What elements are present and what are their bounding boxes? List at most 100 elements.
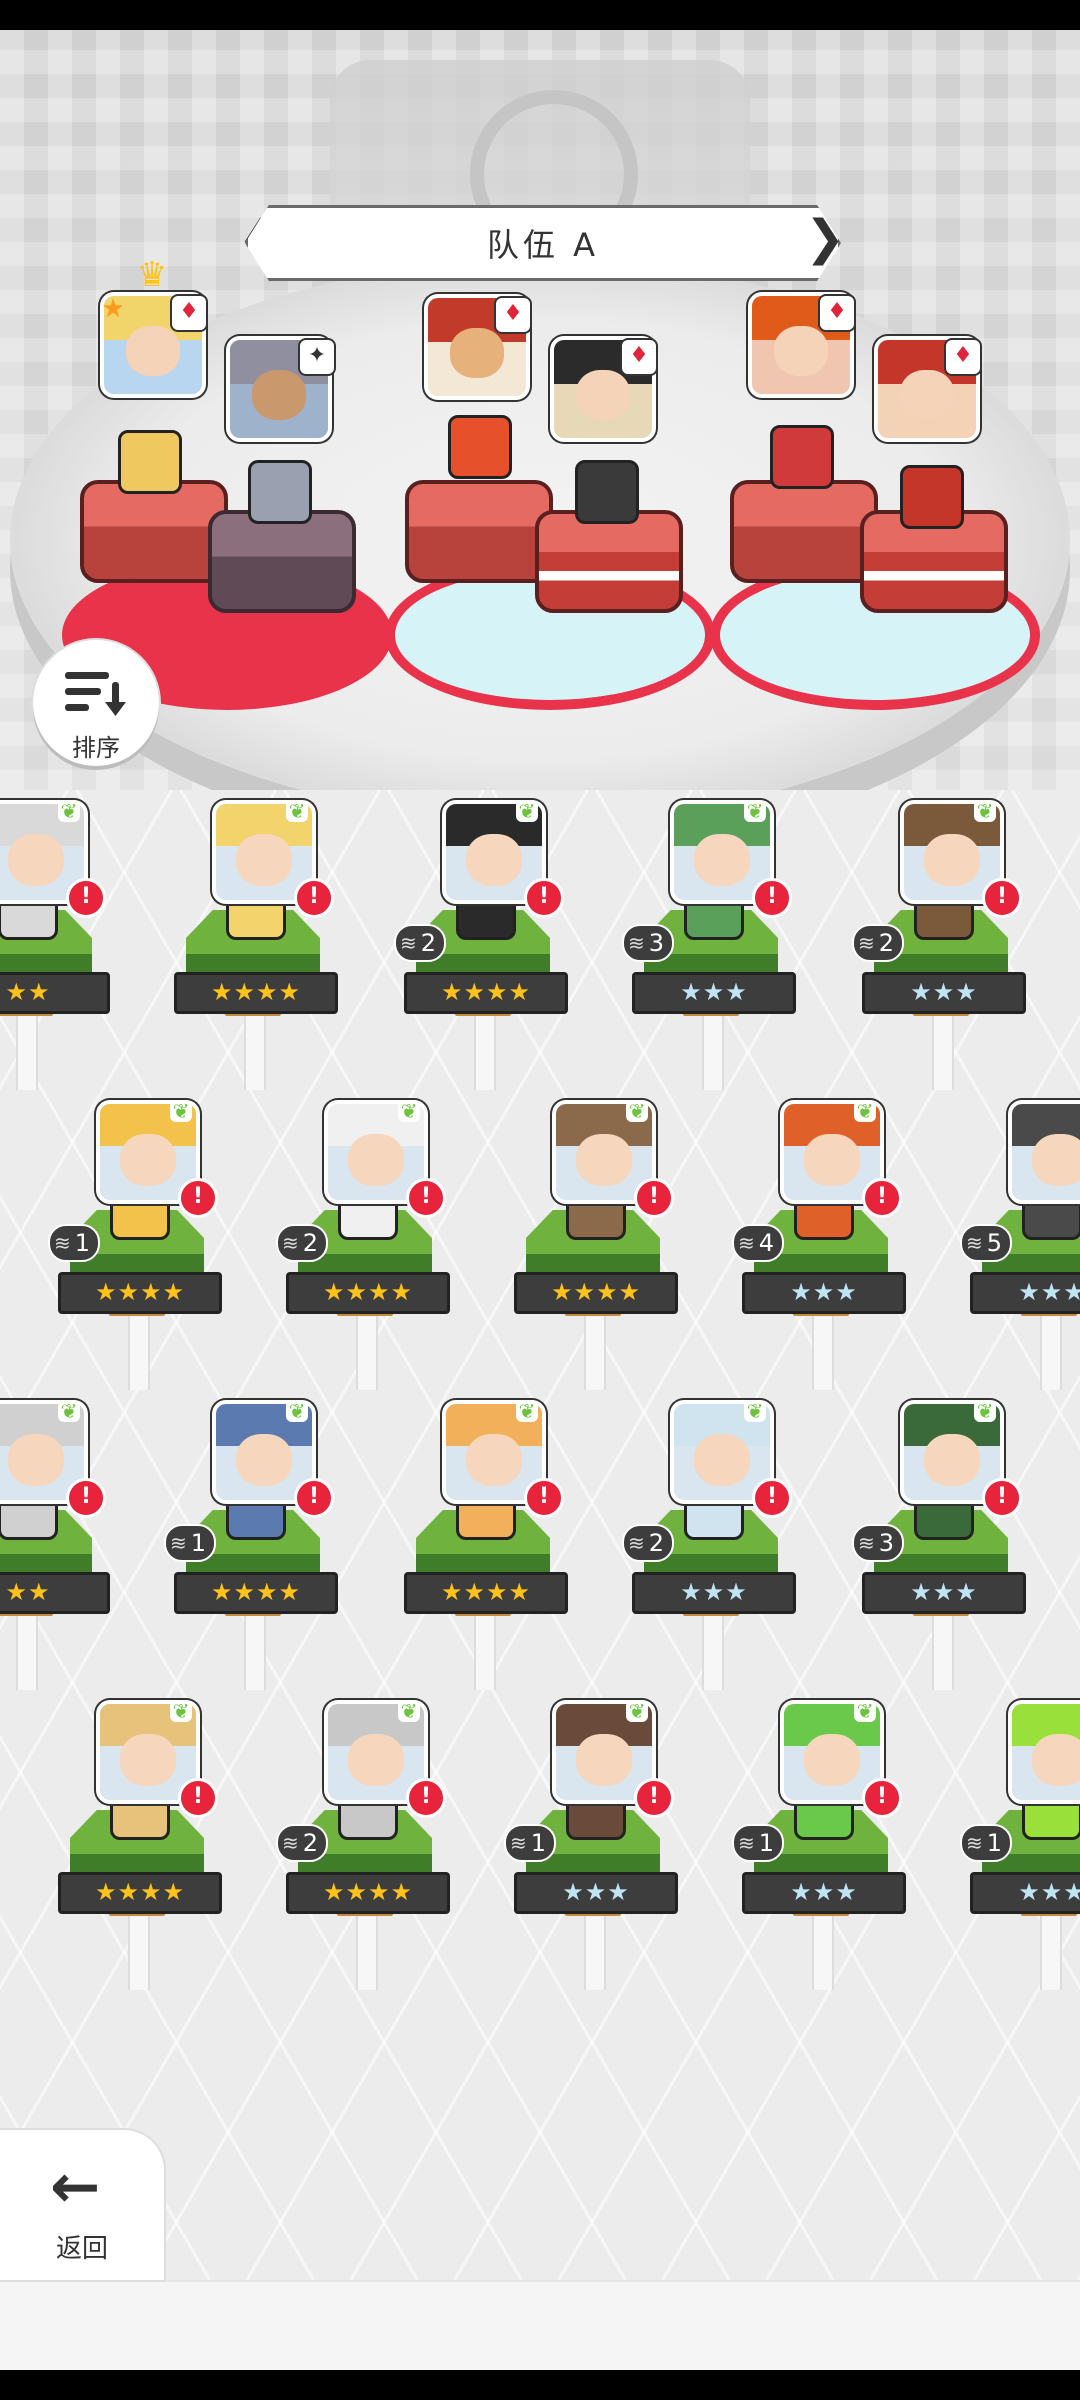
star-rating: ★★ <box>0 1572 110 1614</box>
copies-badge: ≋ 2 <box>276 1824 329 1862</box>
hero-card[interactable]: ❦ ! ★★★ ≋ 3 <box>622 800 796 1090</box>
star-rating: ★★★ <box>742 1272 906 1314</box>
crown-icon: ♛ <box>136 255 168 295</box>
next-team-arrow-icon[interactable]: ❯ <box>805 210 845 266</box>
hero-card[interactable]: ❦ ! ★★★★ <box>398 1400 568 1690</box>
hero-card[interactable]: ❦ ! ★★★ ≋1 <box>504 1700 678 1990</box>
star-rating: ★★★ <box>862 972 1026 1014</box>
diamond-suit-icon: ♦ <box>818 294 856 332</box>
hero-card[interactable]: ❦ ! ★★★★ ≋ 2 <box>276 1700 450 1990</box>
leaf-icon: ❦ <box>170 1100 192 1122</box>
pedestal <box>208 510 356 613</box>
back-label: 返回 <box>55 2234 108 2264</box>
hero-card[interactable]: ❦ ! ★★★★ <box>508 1100 678 1390</box>
copies-badge: ≋ 1 <box>504 1824 557 1862</box>
star-rating: ★★★★ <box>404 1572 568 1614</box>
copies-count: 1 <box>986 1829 1003 1857</box>
alert-icon: ! <box>982 878 1022 918</box>
star-rating: ★★★ <box>632 1572 796 1614</box>
copies-count: 2 <box>302 1229 319 1257</box>
copies-badge: ≋ 5 <box>960 1224 1013 1262</box>
star-rating: ★★★ <box>970 1872 1080 1914</box>
leaf-icon: ❦ <box>170 1700 192 1722</box>
copies-count: 3 <box>878 1529 895 1557</box>
copies-badge: ≋ 2 <box>852 924 905 962</box>
hero-card[interactable]: ❦ ! ★★★ ≋ 3 <box>852 1400 1026 1690</box>
copies-badge: ≋ 1 <box>48 1224 101 1262</box>
star-rating: ★★★★ <box>174 972 338 1014</box>
hero-card[interactable]: ❦ ! ★★★★ ≋ 2 <box>276 1100 450 1390</box>
sort-icon <box>65 672 126 716</box>
portrait-face <box>774 326 828 376</box>
pedestal <box>80 480 228 583</box>
stack-icon: ≋ <box>54 1231 71 1255</box>
avatar-face <box>576 1734 632 1786</box>
hero-card[interactable]: ❦ ! ★★★ ≋ 2 <box>852 800 1026 1090</box>
alert-icon: ! <box>634 1178 674 1218</box>
hero-card[interactable]: ❦ ! ★★★★ ≋ 2 <box>394 800 568 1090</box>
hero-sprite <box>575 460 639 524</box>
avatar-face <box>804 1734 860 1786</box>
hero-avatar[interactable] <box>1008 1100 1080 1204</box>
copies-count: 3 <box>648 929 665 957</box>
hero-card[interactable]: ❦ ! ★★★★ ≋ 1 <box>48 1100 222 1390</box>
stack-icon: ≋ <box>282 1231 299 1255</box>
hero-card[interactable]: ❦ ! ★★ <box>0 1400 110 1690</box>
pedestal <box>730 480 878 583</box>
avatar-face <box>694 1434 750 1486</box>
bottom-strip <box>0 2280 1080 2372</box>
portrait-face <box>252 370 306 420</box>
avatar-face <box>236 1434 292 1486</box>
leaf-icon: ❦ <box>626 1100 648 1122</box>
copies-count: 2 <box>302 1829 319 1857</box>
alert-icon: ! <box>406 1778 446 1818</box>
portrait-face <box>900 370 954 420</box>
copies-badge: ≋ 2 <box>276 1224 329 1262</box>
back-button[interactable]: ← 返回 <box>0 2130 164 2280</box>
hero-card[interactable]: ❦ ! ★★★★ ≋ 1 <box>164 1400 338 1690</box>
copies-count: 2 <box>878 929 895 957</box>
alert-icon: ! <box>524 1478 564 1518</box>
hero-card[interactable]: ❦ ! ★★★ ≋5 <box>960 1100 1080 1390</box>
hero-card[interactable]: ❦ ! ★★★ ≋1 <box>732 1700 906 1990</box>
leaf-icon: ❦ <box>286 1400 308 1422</box>
hero-card[interactable]: ❦ ! ★★★★ <box>52 1700 222 1990</box>
alert-icon: ! <box>294 878 334 918</box>
leaf-icon: ❦ <box>398 1700 420 1722</box>
copies-badge: ≋ 1 <box>732 1824 785 1862</box>
sort-label: 排序 <box>72 734 120 762</box>
star-suit-icon: ✦ <box>298 338 336 376</box>
stack-icon: ≋ <box>282 1831 299 1855</box>
leaf-icon: ❦ <box>286 800 308 822</box>
copies-count: 2 <box>420 929 437 957</box>
hero-sprite <box>118 430 182 494</box>
hero-sprite <box>248 460 312 524</box>
hero-card[interactable]: ❦ ! ★★ <box>0 800 110 1090</box>
leaf-icon: ❦ <box>854 1100 876 1122</box>
copies-count: 4 <box>758 1229 775 1257</box>
hero-card[interactable]: ❦ ! ★★★ ≋ 2 <box>622 1400 796 1690</box>
avatar-face <box>1032 1734 1080 1786</box>
copies-count: 1 <box>758 1829 775 1857</box>
hero-card[interactable]: ❦ ! ★★★★ <box>168 800 338 1090</box>
navigation-bar <box>0 2370 1080 2400</box>
hero-card[interactable]: ❦ ! ★★★ ≋1 <box>960 1700 1080 1990</box>
stack-icon: ≋ <box>966 1831 983 1855</box>
copies-badge: ≋ 1 <box>960 1824 1013 1862</box>
copies-badge: ≋ 3 <box>852 1524 905 1562</box>
copies-count: 1 <box>190 1529 207 1557</box>
stack-icon: ≋ <box>966 1231 983 1255</box>
hero-card[interactable]: ❦ ! ★★★ ≋ 4 <box>732 1100 906 1390</box>
star-rating: ★★★ <box>862 1572 1026 1614</box>
hero-avatar[interactable] <box>1008 1700 1080 1804</box>
avatar-face <box>576 1134 632 1186</box>
star-rating: ★★★★ <box>174 1572 338 1614</box>
sort-button[interactable]: 排序 <box>33 640 159 766</box>
leaf-icon: ❦ <box>626 1700 648 1722</box>
leaf-icon: ❦ <box>974 1400 996 1422</box>
alert-icon: ! <box>524 878 564 918</box>
copies-badge: ≋ 2 <box>394 924 447 962</box>
avatar-face <box>8 1434 64 1486</box>
copies-badge: ≋ 1 <box>164 1524 217 1562</box>
pedestal <box>405 480 553 583</box>
